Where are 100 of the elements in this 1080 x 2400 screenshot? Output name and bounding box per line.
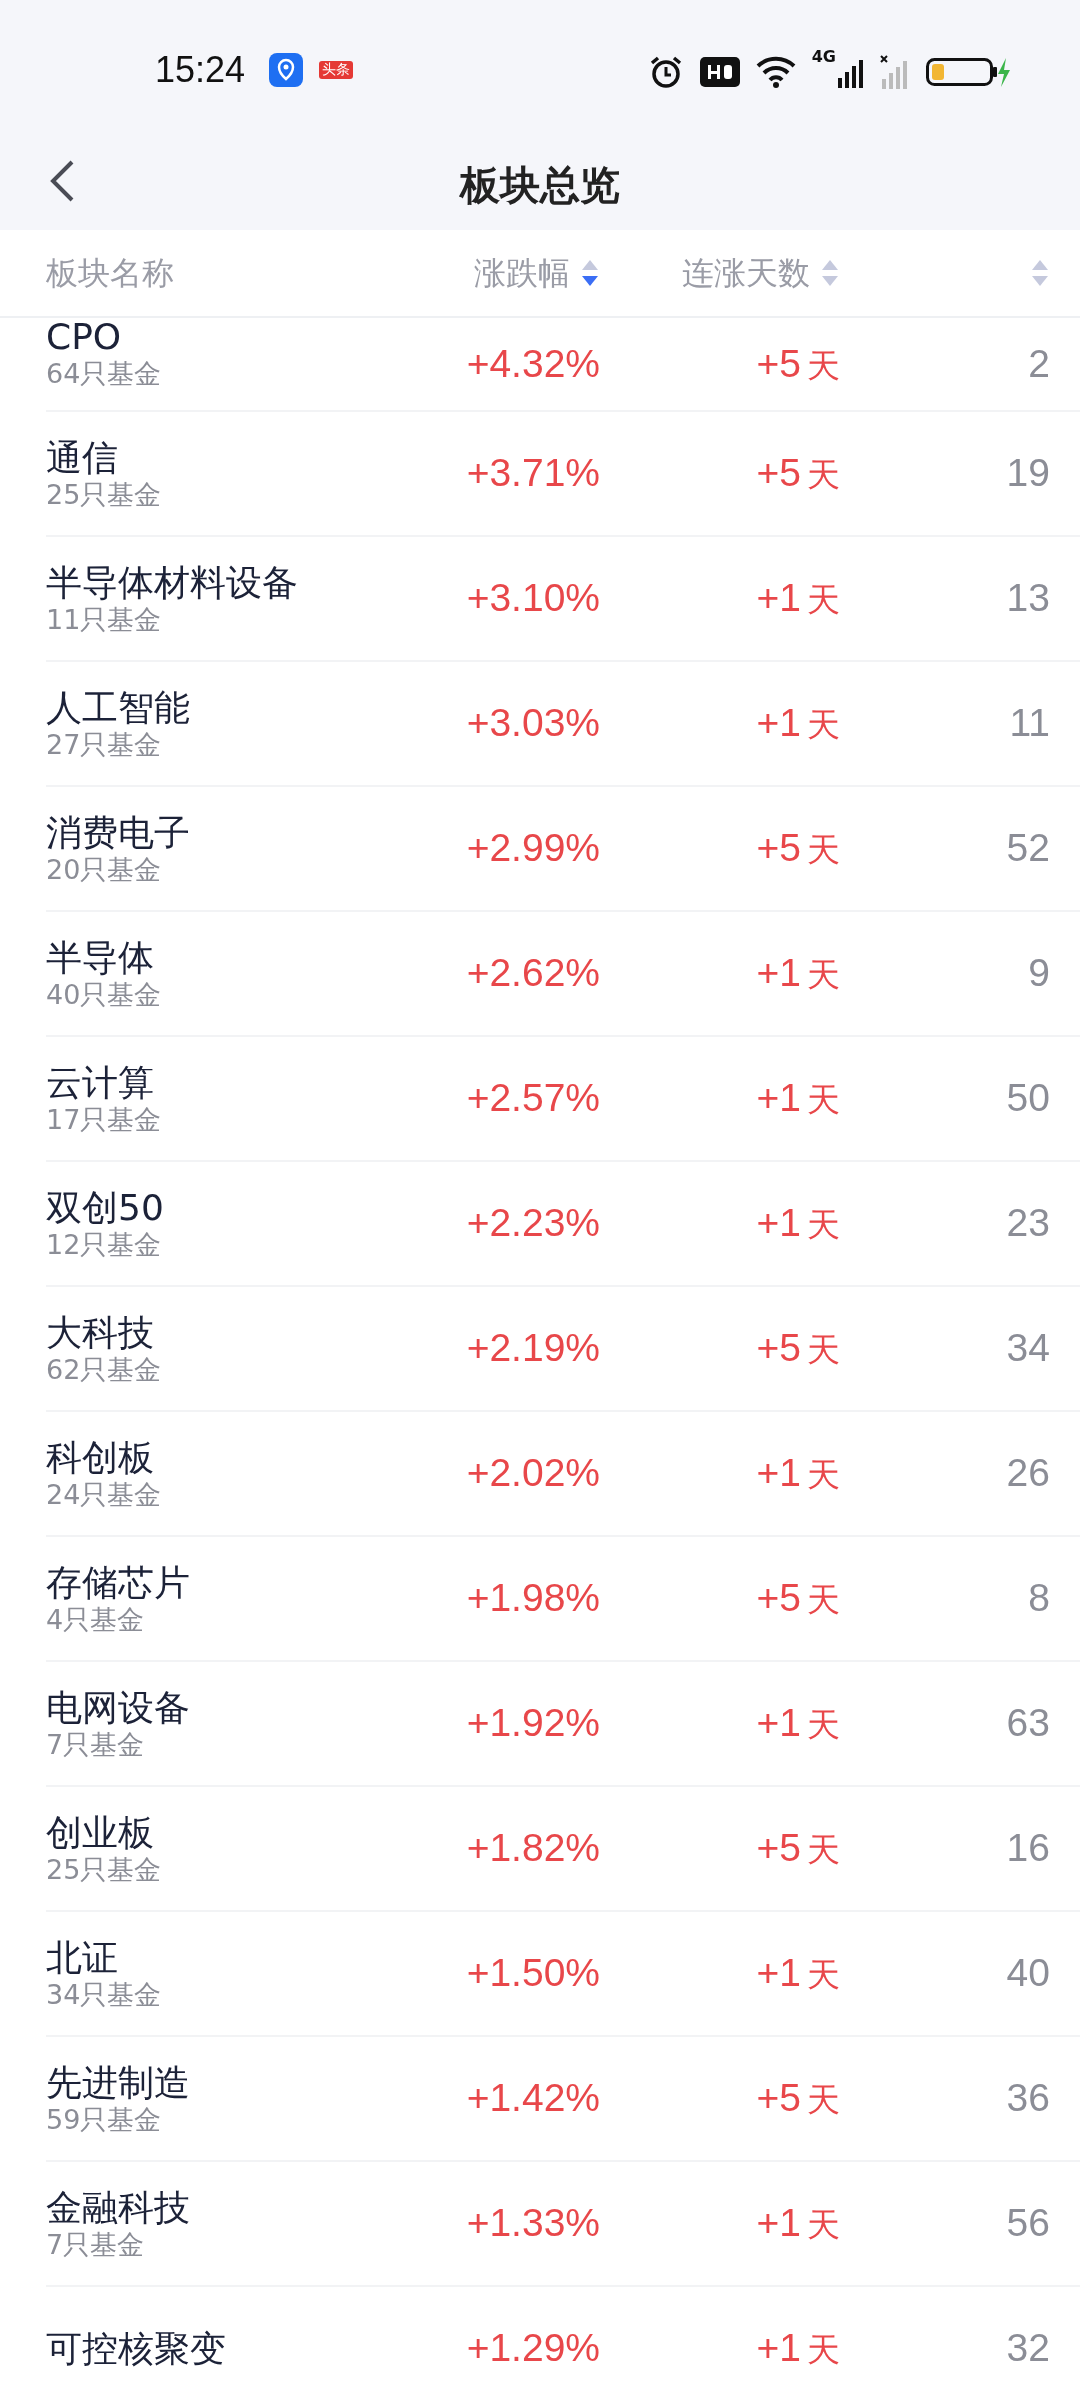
day-unit: 天 bbox=[807, 1829, 840, 1872]
change-percent: +2.02% bbox=[465, 1450, 600, 1497]
sort-icon[interactable] bbox=[580, 258, 600, 288]
streak-days: +1 bbox=[756, 1694, 801, 1753]
location-app-icon bbox=[269, 53, 304, 87]
change-percent: +3.71% bbox=[465, 450, 600, 497]
sector-name[interactable]: 创业板 bbox=[46, 1810, 400, 1854]
change-percent: +1.98% bbox=[465, 1575, 600, 1622]
fund-count: 17只基金 bbox=[46, 1103, 163, 1137]
fund-count: 12只基金 bbox=[46, 1228, 163, 1262]
fund-count: 25只基金 bbox=[46, 478, 163, 512]
sector-name[interactable]: 双创50 bbox=[46, 1185, 400, 1229]
streak-days: +5 bbox=[756, 2069, 801, 2128]
day-unit: 天 bbox=[807, 2204, 840, 2247]
sector-name[interactable]: 半导体材料设备 bbox=[46, 560, 400, 604]
streak-days: +1 bbox=[756, 1444, 801, 1503]
streak-days: +5 bbox=[756, 444, 801, 503]
streak-days: +1 bbox=[756, 2319, 801, 2378]
change-percent: +2.62% bbox=[465, 950, 600, 997]
sector-name[interactable]: 北证 bbox=[46, 1935, 400, 1979]
app-badge: 头条 bbox=[319, 61, 354, 79]
streak-days: +5 bbox=[756, 819, 801, 878]
fund-count: 25只基金 bbox=[46, 1853, 163, 1887]
day-unit: 天 bbox=[807, 704, 840, 747]
day-unit: 天 bbox=[807, 1204, 840, 1247]
streak-days: +1 bbox=[756, 2194, 801, 2253]
change-percent: +2.19% bbox=[465, 1325, 600, 1372]
sector-name[interactable]: 云计算 bbox=[46, 1060, 400, 1104]
sector-name[interactable]: 存储芯片 bbox=[46, 1560, 400, 1604]
fund-count: 64只基金 bbox=[46, 358, 163, 391]
streak-days: +5 bbox=[756, 1319, 801, 1378]
sector-name[interactable]: 人工智能 bbox=[46, 685, 400, 729]
change-percent: +3.10% bbox=[465, 575, 600, 622]
column-4-value: 52 bbox=[1005, 825, 1050, 872]
column-4-value: 2 bbox=[1027, 340, 1050, 387]
column-4-value: 40 bbox=[1005, 1950, 1050, 1997]
fund-count: 11只基金 bbox=[46, 603, 163, 637]
day-unit: 天 bbox=[807, 1954, 840, 1997]
streak-days: +5 bbox=[756, 1819, 801, 1878]
streak-days: +5 bbox=[756, 1569, 801, 1628]
day-unit: 天 bbox=[807, 1454, 840, 1497]
change-percent: +1.92% bbox=[465, 1700, 600, 1747]
column-4-value: 34 bbox=[1005, 1325, 1050, 1372]
column-4-value: 56 bbox=[1005, 2200, 1050, 2247]
column-4-value: 19 bbox=[1005, 450, 1050, 497]
day-unit: 天 bbox=[807, 829, 840, 872]
fund-count: 7只基金 bbox=[46, 1728, 146, 1762]
streak-days: +1 bbox=[756, 694, 801, 753]
column-4-value: 16 bbox=[1005, 1825, 1050, 1872]
streak-days: +1 bbox=[756, 1944, 801, 2003]
column-4-value: 50 bbox=[1005, 1075, 1050, 1122]
change-percent: +1.42% bbox=[465, 2075, 600, 2122]
day-unit: 天 bbox=[807, 344, 840, 387]
column-4-value: 32 bbox=[1005, 2325, 1050, 2372]
streak-days: +1 bbox=[756, 944, 801, 1003]
back-button[interactable] bbox=[48, 158, 76, 204]
change-percent: +1.33% bbox=[465, 2200, 600, 2247]
column-4-value: 23 bbox=[1005, 1200, 1050, 1247]
change-percent: +1.50% bbox=[465, 1950, 600, 1997]
sector-name[interactable]: 电网设备 bbox=[46, 1685, 400, 1729]
fund-count: 40只基金 bbox=[46, 978, 163, 1012]
change-percent: +2.23% bbox=[465, 1200, 600, 1247]
sector-name[interactable]: CPO bbox=[46, 318, 400, 359]
column-4-value: 26 bbox=[1005, 1450, 1050, 1497]
fund-count: 27只基金 bbox=[46, 728, 163, 762]
day-unit: 天 bbox=[807, 2079, 840, 2122]
sector-name[interactable]: 半导体 bbox=[46, 935, 400, 979]
fund-count: 62只基金 bbox=[46, 1353, 163, 1387]
sector-name[interactable]: 通信 bbox=[46, 435, 400, 479]
sector-name[interactable]: 金融科技 bbox=[46, 2185, 400, 2229]
day-unit: 天 bbox=[807, 954, 840, 997]
fund-count: 7只基金 bbox=[46, 2228, 146, 2262]
page-title: 板块总览 bbox=[460, 161, 620, 210]
column-4-value: 8 bbox=[1027, 1575, 1050, 1622]
sector-name[interactable]: 可控核聚变 bbox=[46, 2326, 400, 2371]
column-4-value: 36 bbox=[1005, 2075, 1050, 2122]
fund-count: 59只基金 bbox=[46, 2103, 163, 2137]
sector-name[interactable]: 科创板 bbox=[46, 1435, 400, 1479]
column-4-value: 9 bbox=[1027, 950, 1050, 997]
fund-count: 24只基金 bbox=[46, 1478, 163, 1512]
streak-days: +1 bbox=[756, 1069, 801, 1128]
day-unit: 天 bbox=[807, 1579, 840, 1622]
change-percent: +1.82% bbox=[465, 1825, 600, 1872]
sector-name[interactable]: 消费电子 bbox=[46, 810, 400, 854]
column-4-value: 13 bbox=[1005, 575, 1050, 622]
sector-name[interactable]: 先进制造 bbox=[46, 2060, 400, 2104]
streak-days: +1 bbox=[756, 1194, 801, 1253]
change-percent: +2.57% bbox=[465, 1075, 600, 1122]
column-4-value: 63 bbox=[1005, 1700, 1050, 1747]
fund-count: 34只基金 bbox=[46, 1978, 163, 2012]
day-unit: 天 bbox=[807, 1079, 840, 1122]
change-percent: +4.32% bbox=[465, 340, 600, 387]
column-4-value: 11 bbox=[1008, 700, 1050, 747]
day-unit: 天 bbox=[807, 1329, 840, 1372]
network-label: 4G bbox=[811, 45, 836, 68]
sector-name[interactable]: 大科技 bbox=[46, 1310, 400, 1354]
day-unit: 天 bbox=[807, 1704, 840, 1747]
change-percent: +3.03% bbox=[465, 700, 600, 747]
change-percent: +2.99% bbox=[465, 825, 600, 872]
streak-days: +1 bbox=[756, 569, 801, 628]
